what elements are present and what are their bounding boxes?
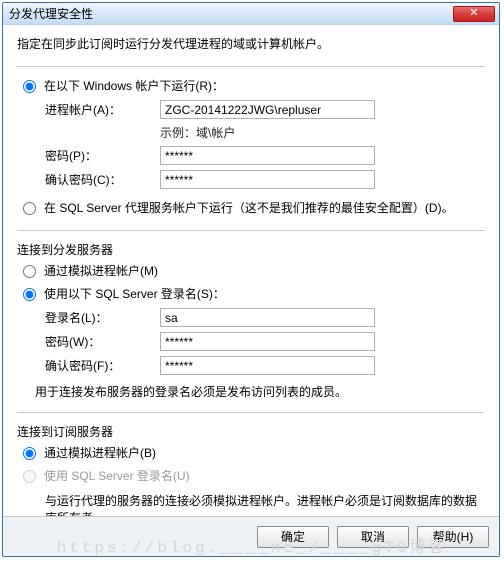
divider xyxy=(17,230,485,231)
radio-dist-sqllogin[interactable] xyxy=(23,288,36,301)
dist-password-label: 密码(W)： xyxy=(45,333,160,350)
radio-windows-account[interactable] xyxy=(23,80,36,93)
dist-login-label: 登录名(L)： xyxy=(45,309,160,326)
divider xyxy=(17,412,485,413)
dist-impersonate-option[interactable]: 通过模拟进程帐户(M) xyxy=(23,262,485,279)
help-button[interactable]: 帮助(H) xyxy=(417,526,489,548)
dist-confirm-input[interactable] xyxy=(160,356,375,375)
run-under-sqlagent-option[interactable]: 在 SQL Server 代理服务帐户下运行（这不是我们推荐的最佳安全配置）(D… xyxy=(23,199,485,216)
intro-text: 指定在同步此订阅时运行分发代理进程的域或计算机帐户。 xyxy=(17,35,485,52)
run-under-windows-option[interactable]: 在以下 Windows 帐户下运行(R)： xyxy=(23,77,485,94)
radio-windows-label: 在以下 Windows 帐户下运行(R)： xyxy=(44,77,224,94)
radio-sub-sqllogin-label: 使用 SQL Server 登录名(U) xyxy=(44,467,190,484)
dist-sqllogin-option[interactable]: 使用以下 SQL Server 登录名(S)： xyxy=(23,285,485,302)
sub-section-title: 连接到订阅服务器 xyxy=(17,423,485,440)
sub-impersonate-option[interactable]: 通过模拟进程帐户(B) xyxy=(23,444,485,461)
radio-sub-sqllogin xyxy=(23,470,36,483)
password-input[interactable] xyxy=(160,146,375,165)
dist-note: 用于连接发布服务器的登录名必须是发布访问列表的成员。 xyxy=(35,383,485,400)
sub-sqllogin-option: 使用 SQL Server 登录名(U) xyxy=(23,467,485,484)
divider xyxy=(17,66,485,67)
account-example: 示例：域\帐户 xyxy=(160,124,485,141)
dist-password-row: 密码(W)： xyxy=(45,332,485,351)
confirm-label: 确认密码(C)： xyxy=(45,171,160,188)
sub-note: 与运行代理的服务器的连接必须模拟进程帐户。进程帐户必须是订阅数据库的数据库所有者… xyxy=(45,492,485,516)
dist-login-input[interactable] xyxy=(160,308,375,327)
dialog-title: 分发代理安全性 xyxy=(9,5,453,22)
dialog-body: 指定在同步此订阅时运行分发代理进程的域或计算机帐户。 在以下 Windows 帐… xyxy=(3,25,499,516)
radio-sub-impersonate[interactable] xyxy=(23,447,36,460)
radio-sub-impersonate-label: 通过模拟进程帐户(B) xyxy=(44,444,156,461)
radio-dist-impersonate-label: 通过模拟进程帐户(M) xyxy=(44,262,158,279)
radio-dist-impersonate[interactable] xyxy=(23,265,36,278)
confirm-input[interactable] xyxy=(160,170,375,189)
dist-password-input[interactable] xyxy=(160,332,375,351)
radio-sqlagent[interactable] xyxy=(23,202,36,215)
password-row: 密码(P)： xyxy=(45,146,485,165)
radio-dist-sqllogin-label: 使用以下 SQL Server 登录名(S)： xyxy=(44,285,225,302)
dist-confirm-row: 确认密码(F)： xyxy=(45,356,485,375)
close-button[interactable]: ✕ xyxy=(453,6,495,22)
radio-sqlagent-label: 在 SQL Server 代理服务帐户下运行（这不是我们推荐的最佳安全配置）(D… xyxy=(44,199,454,216)
dist-login-row: 登录名(L)： xyxy=(45,308,485,327)
dist-section-title: 连接到分发服务器 xyxy=(17,241,485,258)
process-account-row: 进程帐户(A)： xyxy=(45,100,485,119)
process-account-label: 进程帐户(A)： xyxy=(45,101,160,118)
button-bar: 确定 取消 帮助(H) xyxy=(3,516,499,556)
dialog: 分发代理安全性 ✕ 指定在同步此订阅时运行分发代理进程的域或计算机帐户。 在以下… xyxy=(2,2,500,557)
cancel-button[interactable]: 取消 xyxy=(337,526,409,548)
password-label: 密码(P)： xyxy=(45,147,160,164)
titlebar: 分发代理安全性 ✕ xyxy=(3,3,499,25)
dist-confirm-label: 确认密码(F)： xyxy=(45,357,160,374)
confirm-password-row: 确认密码(C)： xyxy=(45,170,485,189)
ok-button[interactable]: 确定 xyxy=(257,526,329,548)
process-account-input[interactable] xyxy=(160,100,375,119)
